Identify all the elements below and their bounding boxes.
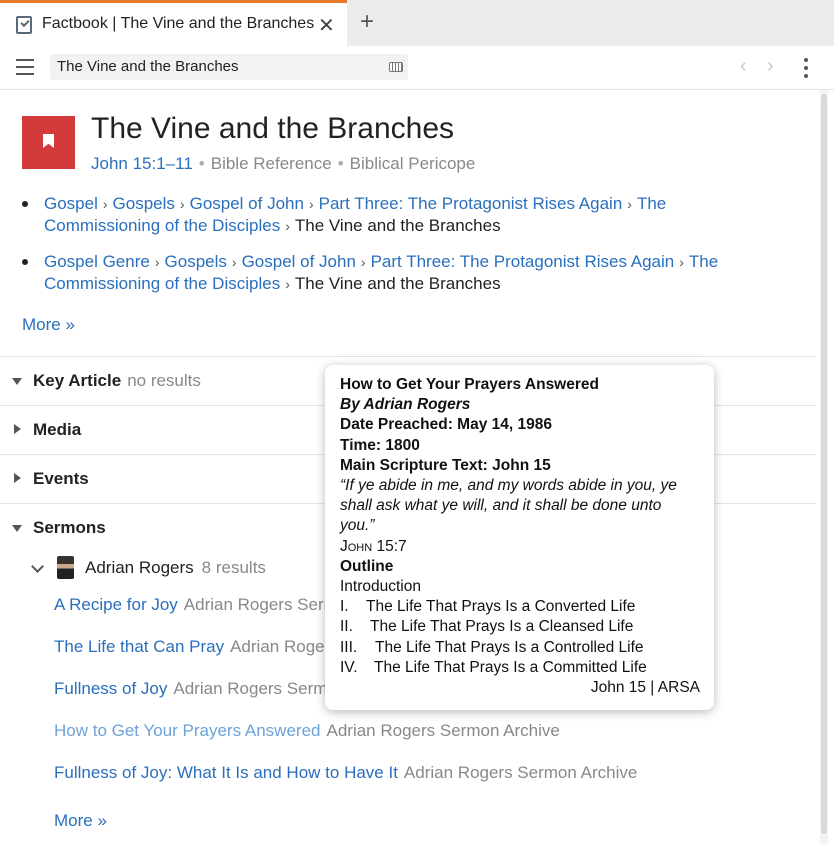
- active-tab[interactable]: Factbook | The Vine and the Branches ✕: [0, 0, 347, 46]
- breadcrumb-link[interactable]: Gospel: [44, 194, 98, 213]
- author-name: Adrian Rogers: [85, 558, 194, 577]
- scrollbar-thumb[interactable]: [821, 94, 827, 834]
- breadcrumb-link[interactable]: Gospel of John: [190, 194, 304, 213]
- popup-quote: “If ye abide in me, and my words abide i…: [340, 477, 677, 535]
- more-breadcrumbs-link[interactable]: More »: [22, 315, 75, 335]
- breadcrumb-link[interactable]: Gospel Genre: [44, 252, 150, 271]
- breadcrumb: Gospel Genre › Gospels › Gospel of John › Part…: [22, 251, 762, 295]
- hamburger-menu-icon[interactable]: [16, 59, 34, 75]
- breadcrumb-current: The Vine and the Branches: [294, 216, 501, 235]
- tab-bar: Factbook | The Vine and the Branches ✕ +: [0, 0, 834, 46]
- no-results-note: no results: [127, 371, 201, 390]
- bookmark-icon: [22, 116, 75, 169]
- outline-item: IV. The Life That Prays Is a Committed Li…: [340, 658, 647, 676]
- separator-dot: •: [198, 154, 205, 173]
- popup-intro: Introduction: [340, 578, 421, 596]
- new-tab-icon[interactable]: +: [360, 8, 374, 36]
- chevron-down-icon[interactable]: [31, 560, 44, 573]
- caret-right-icon: [14, 473, 21, 483]
- section-label: Sermons: [33, 518, 106, 537]
- outline-item: II. The Life That Prays Is a Cleansed Lif…: [340, 618, 634, 636]
- author-avatar: [57, 556, 74, 579]
- more-options-icon[interactable]: [804, 58, 808, 78]
- popup-footer[interactable]: John 15 | ARSA: [340, 678, 700, 698]
- breadcrumb-link[interactable]: Part Three: The Protagonist Rises Again: [371, 252, 675, 271]
- sermon-title[interactable]: A Recipe for Joy: [54, 595, 178, 614]
- sermon-title[interactable]: Fullness of Joy: What It Is and How to H…: [54, 763, 398, 782]
- result-count: 8 results: [201, 558, 266, 577]
- section-label: Media: [33, 420, 82, 439]
- popup-scripture: Main Scripture Text: John 15: [340, 456, 551, 474]
- factbook-icon: [16, 16, 32, 34]
- sermon-title[interactable]: Fullness of Joy: [54, 679, 167, 698]
- outline-item: I. The Life That Prays Is a Converted Lif…: [340, 598, 636, 616]
- bullet: [22, 201, 28, 207]
- sermon-preview-popup: How to Get Your Prayers Answered By Adri…: [325, 365, 714, 710]
- more-sermons-link[interactable]: More »: [54, 811, 107, 831]
- breadcrumb-link[interactable]: Part Three: The Protagonist Rises Again: [319, 194, 623, 213]
- scrollbar[interactable]: [820, 90, 828, 844]
- address-text: The Vine and the Branches: [57, 58, 239, 75]
- reference-link[interactable]: John 15:1–11: [91, 154, 193, 173]
- toolbar: The Vine and the Branches ‹ ›: [0, 46, 834, 90]
- sermon-title[interactable]: How to Get Your Prayers Answered: [54, 721, 320, 740]
- list-item[interactable]: Fullness of Joy: What It Is and How to H…: [54, 763, 637, 783]
- popup-byline: By Adrian Rogers: [340, 396, 471, 414]
- forward-icon[interactable]: ›: [767, 55, 774, 78]
- sermon-title[interactable]: The Life that Can Pray: [54, 637, 224, 656]
- breadcrumb-current: The Vine and the Branches: [294, 274, 501, 293]
- tab-title: Factbook | The Vine and the Branches: [42, 15, 315, 32]
- breadcrumb: Gospel › Gospels › Gospel of John › Part Three…: [22, 193, 762, 237]
- type-biblical-pericope: Biblical Pericope: [349, 154, 476, 173]
- type-bible-reference: Bible Reference: [210, 154, 332, 173]
- popup-time: Time: 1800: [340, 436, 420, 454]
- section-label: Key Article: [33, 371, 122, 390]
- close-tab-icon[interactable]: ✕: [318, 13, 335, 38]
- page-title: The Vine and the Branches: [91, 112, 455, 145]
- popup-date: Date Preached: May 14, 1986: [340, 416, 552, 434]
- keyboard-icon[interactable]: [389, 62, 403, 72]
- sermon-source: Adrian Rogers Sermon Archive: [326, 721, 560, 740]
- separator-dot: •: [337, 154, 344, 173]
- section-label: Events: [33, 469, 89, 488]
- caret-down-icon: [12, 525, 22, 532]
- caret-down-icon: [12, 378, 22, 385]
- list-item[interactable]: How to Get Your Prayers Answered Adrian R…: [54, 721, 560, 741]
- sermon-source: Adrian Rogers Sermon Archive: [403, 763, 638, 782]
- breadcrumb-link[interactable]: Gospel of John: [242, 252, 356, 271]
- popup-title: How to Get Your Prayers Answered: [340, 376, 599, 393]
- back-icon[interactable]: ‹: [740, 55, 747, 78]
- address-input[interactable]: The Vine and the Branches: [50, 54, 408, 80]
- breadcrumb-link[interactable]: Gospels: [165, 252, 227, 271]
- entry-types: John 15:1–11 • Bible Reference • Biblical Pe…: [91, 154, 475, 174]
- bullet: [22, 259, 28, 265]
- outline-item: III. The Life That Prays Is a Controlled …: [340, 638, 644, 656]
- popup-quote-ref: John 15:7: [340, 537, 407, 555]
- popup-outline-heading: Outline: [340, 557, 394, 575]
- caret-right-icon: [14, 424, 21, 434]
- breadcrumb-link[interactable]: Gospels: [113, 194, 175, 213]
